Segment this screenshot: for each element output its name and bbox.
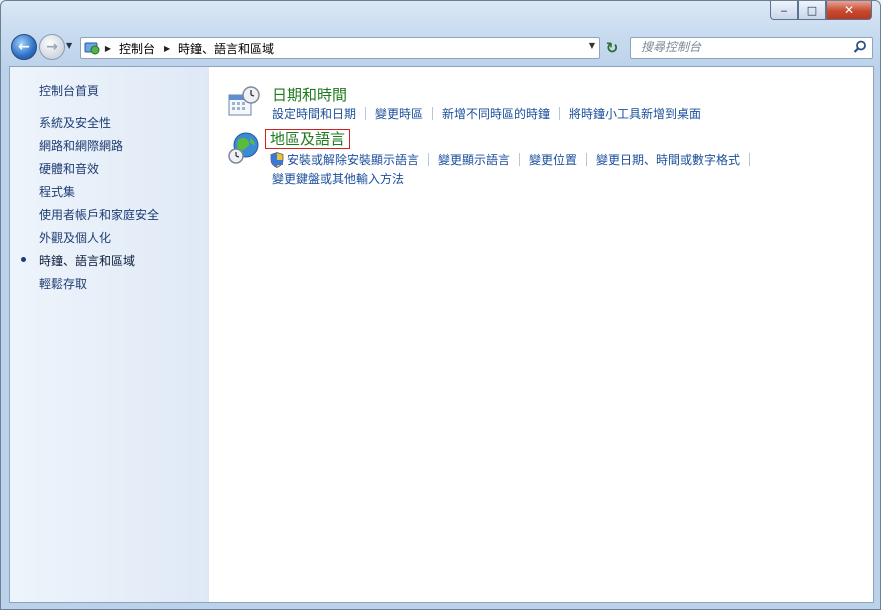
task-change-time-zone[interactable]: 變更時區 xyxy=(375,105,423,122)
forward-button[interactable]: → xyxy=(39,34,65,60)
address-dropdown-icon[interactable]: ▼ xyxy=(589,41,595,50)
sidebar-item-ease-of-access[interactable]: 輕鬆存取 xyxy=(39,275,87,292)
task-separator xyxy=(432,107,434,120)
sidebar-item-appearance[interactable]: 外觀及個人化 xyxy=(39,229,111,246)
task-set-time-date[interactable]: 設定時間和日期 xyxy=(272,105,356,122)
region-language-tasks-row2: 變更鍵盤或其他輸入方法 xyxy=(272,170,404,187)
breadcrumb-separator[interactable]: ▶ xyxy=(159,44,174,53)
uac-shield-icon xyxy=(270,151,284,168)
search-box[interactable] xyxy=(630,37,873,59)
refresh-icon: ↻ xyxy=(605,39,619,57)
refresh-button[interactable]: ↻ xyxy=(600,37,624,59)
back-arrow-icon: ← xyxy=(18,39,30,55)
maximize-icon: □ xyxy=(806,3,818,17)
sidebar-item-network[interactable]: 網路和網際網路 xyxy=(39,137,123,154)
breadcrumb-separator[interactable]: ▶ xyxy=(100,44,115,53)
sidebar-item-clock-language-region[interactable]: 時鐘、語言和區域 xyxy=(39,252,135,269)
search-input[interactable] xyxy=(631,38,841,56)
task-separator xyxy=(749,153,751,166)
back-button[interactable]: ← xyxy=(11,34,37,60)
sidebar-item-system-security[interactable]: 系統及安全性 xyxy=(39,114,111,131)
sidebar-home-link[interactable]: 控制台首頁 xyxy=(39,82,99,99)
address-bar[interactable]: ▶ 控制台 ▶ 時鐘、語言和區域 ▼ xyxy=(80,37,600,59)
task-separator xyxy=(559,107,561,120)
task-change-formats[interactable]: 變更日期、時間或數字格式 xyxy=(596,151,740,168)
forward-arrow-icon: → xyxy=(46,39,58,55)
left-pane: 控制台首頁 系統及安全性 網路和網際網路 硬體和音效 程式集 使用者帳戶和家庭安… xyxy=(10,67,209,602)
sidebar-item-user-accounts[interactable]: 使用者帳戶和家庭安全 xyxy=(39,206,159,223)
maximize-button[interactable]: □ xyxy=(798,1,826,20)
sidebar-item-programs[interactable]: 程式集 xyxy=(39,183,75,200)
task-separator xyxy=(428,153,430,166)
chevron-down-icon: ▼ xyxy=(66,41,73,50)
region-language-title[interactable]: 地區及語言 xyxy=(265,129,351,149)
calendar-clock-icon[interactable] xyxy=(228,86,260,118)
task-install-display-language[interactable]: 安裝或解除安裝顯示語言 xyxy=(287,151,419,168)
task-separator xyxy=(519,153,521,166)
breadcrumb-control-panel[interactable]: 控制台 xyxy=(115,40,159,57)
recent-pages-button[interactable]: ▼ xyxy=(66,41,72,50)
task-change-display-language[interactable]: 變更顯示語言 xyxy=(438,151,510,168)
task-change-keyboards[interactable]: 變更鍵盤或其他輸入方法 xyxy=(272,170,404,187)
task-add-clocks[interactable]: 新增不同時區的時鐘 xyxy=(442,105,550,122)
close-button[interactable]: ✕ xyxy=(826,1,872,20)
date-time-tasks: 設定時間和日期 變更時區 新增不同時區的時鐘 將時鐘小工具新增到桌面 xyxy=(272,105,701,122)
task-change-location[interactable]: 變更位置 xyxy=(529,151,577,168)
main-pane: 日期和時間 設定時間和日期 變更時區 新增不同時區的時鐘 將時鐘小工具新增到桌面… xyxy=(209,67,873,602)
caption-buttons: ‒ □ ✕ xyxy=(770,1,872,20)
control-panel-window: ‒ □ ✕ ← → ▼ ▶ 控制台 ▶ 時鐘、語言和區域 ▼ ↻ 搜尋控制台 控… xyxy=(0,0,881,610)
sidebar-item-hardware-sound[interactable]: 硬體和音效 xyxy=(39,160,99,177)
close-icon: ✕ xyxy=(843,3,855,17)
minimize-button[interactable]: ‒ xyxy=(770,1,798,20)
breadcrumb-clock-language-region[interactable]: 時鐘、語言和區域 xyxy=(174,40,278,57)
title-bar[interactable]: ‒ □ ✕ xyxy=(1,1,880,27)
navigation-bar: ← → ▼ ▶ 控制台 ▶ 時鐘、語言和區域 ▼ ↻ xyxy=(1,31,880,63)
current-item-bullet xyxy=(21,257,26,262)
task-separator xyxy=(586,153,588,166)
task-add-clock-gadget[interactable]: 將時鐘小工具新增到桌面 xyxy=(569,105,701,122)
date-time-title[interactable]: 日期和時間 xyxy=(272,84,347,105)
control-panel-icon xyxy=(84,42,100,55)
content-area: 控制台首頁 系統及安全性 網路和網際網路 硬體和音效 程式集 使用者帳戶和家庭安… xyxy=(9,66,874,603)
globe-clock-icon[interactable] xyxy=(228,132,260,164)
task-separator xyxy=(365,107,367,120)
region-language-tasks-row1: 安裝或解除安裝顯示語言 變更顯示語言 變更位置 變更日期、時間或數字格式 xyxy=(270,151,759,168)
magnifier-icon[interactable] xyxy=(853,40,867,54)
minimize-icon: ‒ xyxy=(780,3,788,17)
